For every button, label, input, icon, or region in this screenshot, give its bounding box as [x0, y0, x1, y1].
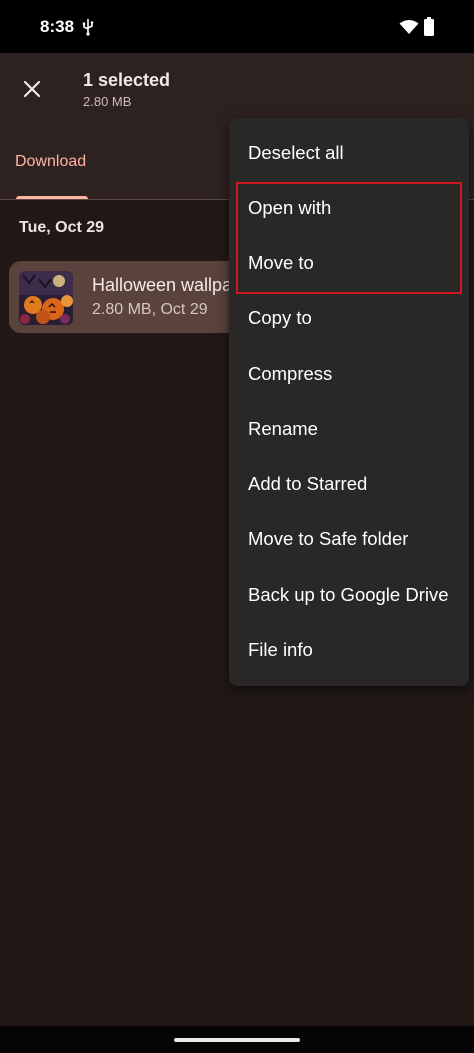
tab-download[interactable]: Download [15, 153, 86, 171]
menu-item-move-to[interactable]: Move to [229, 235, 469, 290]
menu-item-rename[interactable]: Rename [229, 401, 469, 456]
selection-count: 1 selected [83, 70, 171, 90]
status-time: 8:38 [40, 17, 75, 36]
file-name: Halloween wallpaper [92, 275, 249, 295]
wifi-icon [399, 20, 419, 34]
close-icon [23, 80, 41, 98]
menu-item-deselect-all[interactable]: Deselect all [229, 125, 469, 180]
home-gesture-handle[interactable] [174, 1038, 300, 1042]
files-app: 1 selected 2.80 MB Download Tue, Oct 29 [0, 53, 474, 1026]
file-thumbnail [19, 271, 73, 325]
menu-item-file-info[interactable]: File info [229, 622, 469, 677]
menu-item-compress[interactable]: Compress [229, 346, 469, 401]
menu-item-back-up-to-google-drive[interactable]: Back up to Google Drive [229, 567, 469, 622]
battery-icon [424, 17, 434, 36]
menu-item-add-to-starred[interactable]: Add to Starred [229, 456, 469, 511]
navigation-bar [0, 1026, 474, 1053]
menu-item-move-to-safe-folder[interactable]: Move to Safe folder [229, 511, 469, 566]
usb-icon [82, 19, 94, 36]
file-meta: 2.80 MB, Oct 29 [92, 301, 208, 318]
file-item[interactable]: Halloween wallpaper 2.80 MB, Oct 29 [9, 261, 249, 333]
date-section-header: Tue, Oct 29 [19, 219, 105, 236]
selection-size: 2.80 MB [83, 94, 132, 109]
close-button[interactable] [12, 69, 52, 109]
menu-item-open-with[interactable]: Open with [229, 180, 469, 235]
overflow-menu: Deselect all Open with Move to Copy to C… [229, 118, 469, 686]
status-bar: 8:38 [0, 0, 474, 53]
menu-item-copy-to[interactable]: Copy to [229, 290, 469, 345]
